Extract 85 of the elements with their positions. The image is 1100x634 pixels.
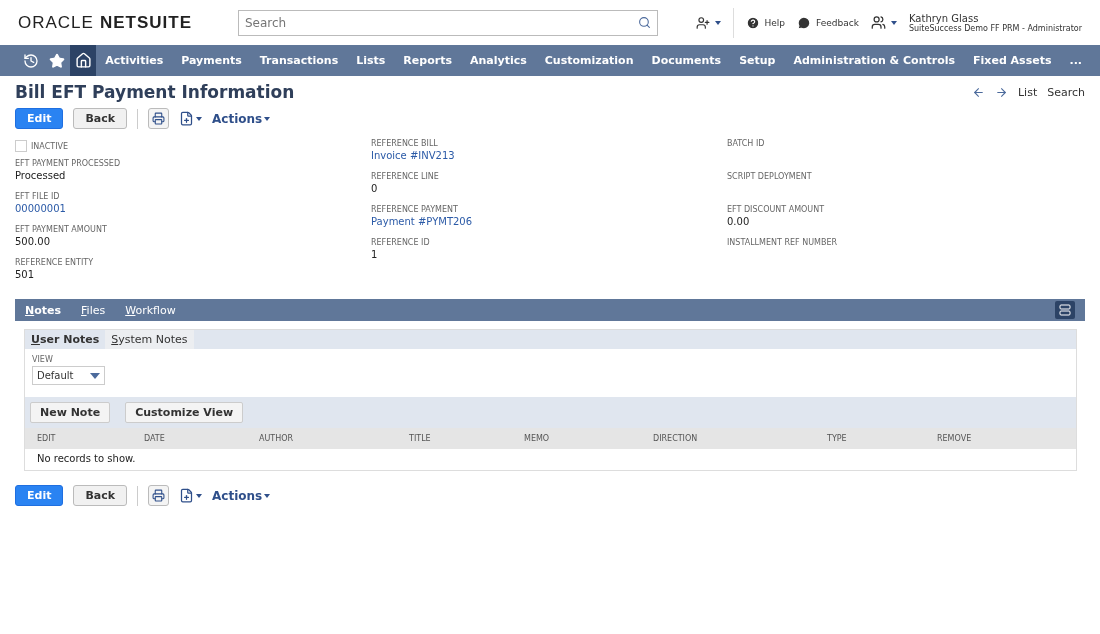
feedback-link[interactable]: Feedback bbox=[797, 15, 859, 30]
list-button[interactable]: New Note bbox=[30, 402, 111, 423]
field-link[interactable]: Payment #PYMT206 bbox=[371, 216, 727, 227]
new-file-dropdown[interactable] bbox=[179, 488, 203, 503]
back-button[interactable]: Back bbox=[73, 108, 128, 129]
field-label: INACTIVE bbox=[31, 141, 69, 151]
field-value: 0.00 bbox=[727, 216, 751, 227]
field-label: EFT DISCOUNT AMOUNT bbox=[727, 205, 826, 214]
tab[interactable]: Files bbox=[81, 303, 106, 317]
list-button[interactable]: Customize View bbox=[125, 402, 244, 423]
print-button[interactable] bbox=[148, 108, 170, 129]
empty-message: No records to show. bbox=[36, 452, 137, 466]
collapse-icon[interactable] bbox=[1055, 301, 1075, 319]
column-header: DATE bbox=[144, 434, 166, 443]
field-link[interactable]: 00000001 bbox=[15, 203, 371, 214]
nav-menu-item[interactable]: Setup bbox=[730, 45, 785, 76]
field-link[interactable]: Invoice #INV213 bbox=[371, 150, 727, 161]
nav-menu-item[interactable]: Administration & Controls bbox=[784, 45, 965, 76]
field-label: VIEW bbox=[32, 355, 54, 364]
previous-icon[interactable] bbox=[971, 85, 985, 99]
checkbox[interactable] bbox=[15, 140, 27, 152]
column-header: MEMO bbox=[524, 434, 551, 443]
new-file-dropdown[interactable] bbox=[179, 111, 203, 126]
tab[interactable]: Workflow bbox=[125, 303, 176, 317]
nav-menu-item[interactable]: Documents bbox=[642, 45, 731, 76]
edit-button[interactable]: Edit bbox=[15, 108, 64, 129]
field-label: REFERENCE LINE bbox=[371, 172, 440, 181]
nav-menu-item[interactable]: Lists bbox=[347, 45, 395, 76]
field-value: 0 bbox=[371, 183, 379, 194]
netsuite-logo[interactable]: ORACLE NETSUITE bbox=[18, 12, 238, 33]
pager-link[interactable]: Search bbox=[1047, 85, 1085, 99]
star-icon bbox=[49, 52, 66, 69]
field-label: REFERENCE PAYMENT bbox=[371, 205, 459, 214]
column-header: EDIT bbox=[37, 434, 57, 443]
help-icon bbox=[745, 15, 760, 30]
edit-button[interactable]: Edit bbox=[15, 485, 64, 506]
speech-bubble-icon bbox=[797, 15, 812, 30]
user-role: SuiteSuccess Demo FF PRM - Administrator bbox=[908, 23, 1082, 33]
tab[interactable]: Notes bbox=[25, 303, 62, 317]
next-icon[interactable] bbox=[994, 85, 1008, 99]
print-button[interactable] bbox=[148, 485, 170, 506]
view-select[interactable]: Default bbox=[32, 366, 105, 385]
field-label: REFERENCE BILL bbox=[371, 139, 439, 148]
more-menu-item[interactable]: ... bbox=[1060, 45, 1100, 76]
field-label: SCRIPT DEPLOYMENT bbox=[727, 172, 813, 181]
nav-menu-item[interactable]: Activities bbox=[96, 45, 173, 76]
recent-records-button[interactable] bbox=[695, 15, 721, 30]
search-field[interactable]: Search bbox=[238, 9, 658, 36]
actions-menu[interactable]: Actions bbox=[212, 111, 271, 126]
column-header: TITLE bbox=[409, 434, 432, 443]
logo-text: NETSUITE bbox=[99, 12, 192, 33]
back-button[interactable]: Back bbox=[73, 485, 128, 506]
field-value: 500.00 bbox=[15, 236, 51, 247]
home-icon bbox=[74, 52, 92, 69]
field-label: BATCH ID bbox=[727, 139, 766, 148]
column-header: AUTHOR bbox=[259, 434, 295, 443]
field-value: Processed bbox=[15, 170, 67, 181]
field-value: 1 bbox=[371, 249, 379, 260]
pager-link[interactable]: List bbox=[1017, 85, 1038, 99]
nav-menu-item[interactable]: Analytics bbox=[460, 45, 536, 76]
nav-menu-item[interactable]: Payments bbox=[172, 45, 251, 76]
nav-menu-item[interactable]: Reports bbox=[394, 45, 461, 76]
search-icon[interactable] bbox=[638, 15, 651, 29]
field-label: EFT PAYMENT PROCESSED bbox=[15, 159, 122, 168]
actions-menu[interactable]: Actions bbox=[212, 488, 271, 503]
nav-menu-item[interactable]: Transactions bbox=[250, 45, 348, 76]
field-label: REFERENCE ENTITY bbox=[15, 258, 95, 267]
role-menu-button[interactable] bbox=[870, 15, 897, 30]
subtab[interactable]: System Notes bbox=[105, 330, 194, 349]
field-value: 501 bbox=[15, 269, 36, 280]
nav-icon-button[interactable] bbox=[70, 45, 97, 76]
column-header: DIRECTION bbox=[653, 434, 699, 443]
history-icon bbox=[23, 52, 39, 69]
nav-menu-item[interactable]: Customization bbox=[535, 45, 643, 76]
nav-menu-item[interactable]: Fixed Assets bbox=[964, 45, 1061, 76]
logo-text: ORACLE bbox=[18, 12, 94, 33]
user-name: Kathryn Glass bbox=[908, 12, 979, 24]
page-title: Bill EFT Payment Information bbox=[15, 82, 295, 102]
help-link[interactable]: Help bbox=[745, 15, 786, 30]
field-label: EFT PAYMENT AMOUNT bbox=[15, 225, 108, 234]
field-label: INSTALLMENT REF NUMBER bbox=[727, 238, 839, 247]
column-header: REMOVE bbox=[937, 434, 973, 443]
field-label: REFERENCE ID bbox=[371, 238, 431, 247]
field-label: EFT FILE ID bbox=[15, 192, 61, 201]
column-header: TYPE bbox=[827, 434, 848, 443]
